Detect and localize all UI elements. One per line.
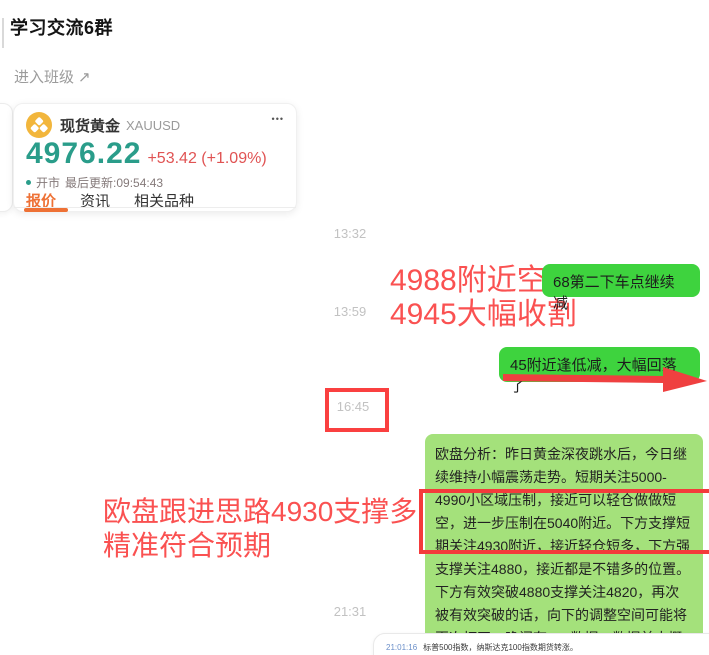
price-change: +53.42 (+1.09%) [147,150,266,168]
chat-bubble-reduce-position[interactable]: 68第二下车点继续减 [542,264,700,297]
news-message-card[interactable]: 21:01:16 标普500指数，纳斯达克100指数期货转涨。 [373,633,709,655]
market-status-row: 开市 最后更新:09:54:43 [26,174,163,191]
previous-quote-card-edge[interactable] [0,103,13,212]
external-link-arrow-icon: ↗ [78,69,91,86]
timestamp: 13:59 [325,304,375,319]
chat-screen: 学习交流6群 进入班级↗ 现货黄金 XAUUSD ••• 4976.22 +53… [0,0,709,655]
gold-instrument-icon [26,112,52,138]
group-title: 学习交流6群 [10,14,113,40]
enter-class-link[interactable]: 进入班级↗ [14,66,91,87]
last-update: 最后更新:09:54:43 [65,174,163,191]
active-tab-underline [24,208,68,212]
current-price: 4976.22 [26,137,141,171]
market-status: 开市 [36,174,60,191]
annotation-accurate: 精准符合预期 [103,524,271,564]
timestamp: 21:31 [325,604,375,619]
timestamp: 13:32 [325,226,375,241]
news-time: 21:01:16 [386,643,417,652]
news-row: 21:01:16 标普500指数，纳斯达克100指数期货转涨。 [386,642,578,653]
price-row: 4976.22 +53.42 (+1.09%) [26,137,267,171]
news-text: 标普500指数，纳斯达克100指数期货转涨。 [423,642,578,653]
enter-class-label: 进入班级 [14,69,74,86]
quote-card-header: 现货黄金 XAUUSD [26,112,180,138]
instrument-symbol: XAUUSD [126,118,180,133]
market-open-dot-icon [26,180,31,185]
red-arrow-annotation-icon [495,366,709,394]
quote-card[interactable]: 现货黄金 XAUUSD ••• 4976.22 +53.42 (+1.09%) … [13,103,297,212]
instrument-name: 现货黄金 [60,115,120,136]
timestamp: 16:45 [328,399,378,414]
analysis-highlight-box [419,489,709,554]
left-edge-divider [2,18,4,48]
card-menu-dots-icon[interactable]: ••• [272,114,284,124]
